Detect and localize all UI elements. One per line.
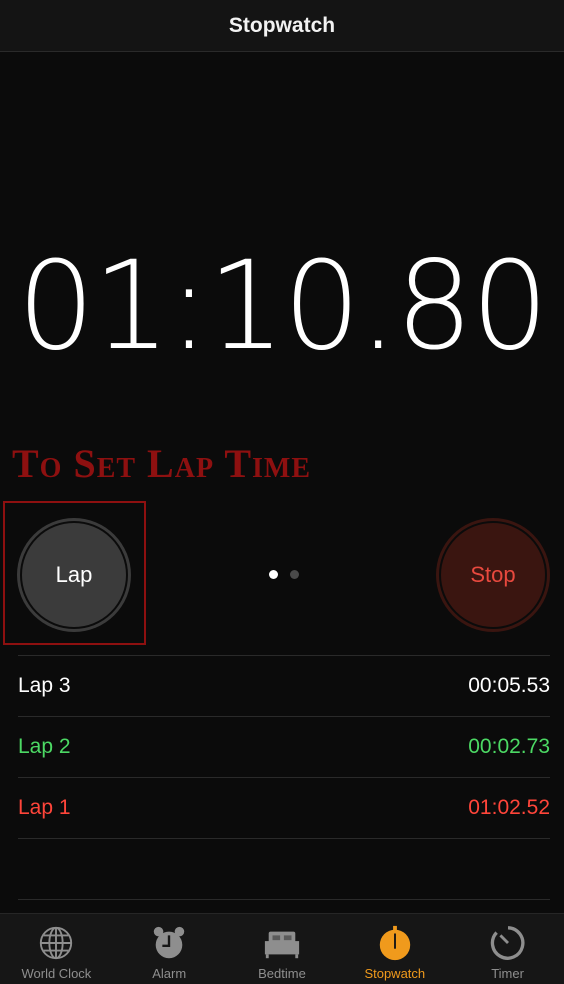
- tab-label: Stopwatch: [364, 966, 426, 981]
- tab-label: World Clock: [21, 966, 92, 981]
- lap-row-empty: [18, 839, 550, 900]
- lap-time: 01:02.52: [468, 796, 550, 819]
- lap-label: Lap 1: [18, 796, 71, 819]
- timer-icon: [490, 926, 525, 960]
- tab-label: Alarm: [152, 966, 187, 981]
- lap-row: Lap 2 00:02.73: [18, 717, 550, 778]
- lap-row: Lap 3 00:05.53: [18, 656, 550, 717]
- stop-button-label: Stop: [470, 562, 516, 587]
- page-indicator-dot-active[interactable]: [269, 570, 278, 579]
- tab-bedtime[interactable]: Bedtime: [226, 914, 339, 984]
- lap-button-label: Lap: [55, 562, 93, 587]
- stop-button[interactable]: Stop: [436, 518, 550, 632]
- tab-timer[interactable]: Timer: [451, 914, 564, 984]
- lap-time: 00:02.73: [468, 735, 550, 758]
- page-title: Stopwatch: [228, 13, 336, 37]
- lap-time: 00:05.53: [468, 674, 550, 697]
- tab-world-clock[interactable]: World Clock: [0, 914, 113, 984]
- tab-stopwatch[interactable]: Stopwatch: [338, 914, 451, 984]
- stopwatch-display: 01:10.80: [17, 235, 549, 377]
- nav-bar: Stopwatch: [0, 0, 564, 52]
- lap-button[interactable]: Lap: [17, 518, 131, 632]
- tab-label: Timer: [491, 966, 524, 981]
- annotation-text: To Set Lap Time: [12, 441, 312, 486]
- alarm-clock-icon: [153, 926, 185, 959]
- tab-alarm[interactable]: Alarm: [113, 914, 226, 984]
- lap-row: Lap 1 01:02.52: [18, 778, 550, 839]
- lap-list: Lap 3 00:05.53 Lap 2 00:02.73 Lap 1 01:02.5…: [18, 655, 550, 900]
- tab-label: Bedtime: [258, 966, 306, 981]
- stopwatch-icon: [379, 925, 410, 961]
- tab-bar: World Clock Alarm Bedtime Stopwatch Time…: [0, 913, 564, 984]
- lap-label: Lap 3: [18, 674, 71, 697]
- page-indicator-dot[interactable]: [290, 570, 299, 579]
- lap-label: Lap 2: [18, 735, 71, 758]
- bed-icon: [264, 931, 300, 959]
- globe-icon: [40, 926, 73, 960]
